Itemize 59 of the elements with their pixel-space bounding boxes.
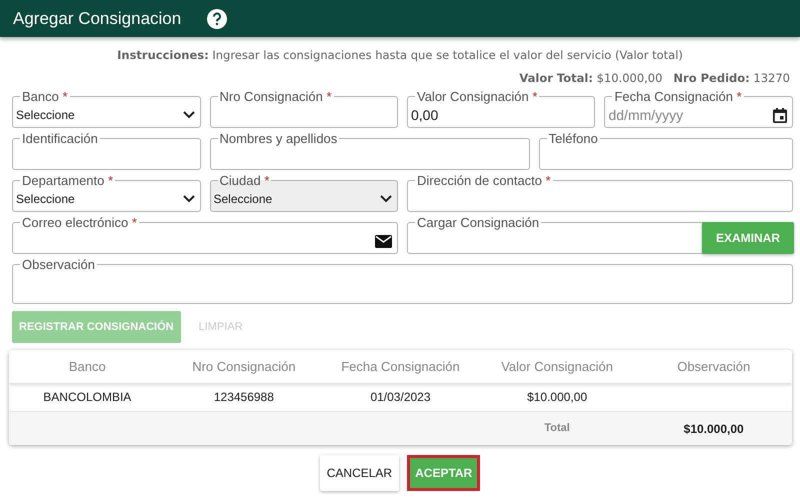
table-cell-text: 123456988 [212, 389, 275, 406]
column-header: Fecha Consignación [340, 358, 461, 376]
field-label: Nro Consignación [220, 88, 323, 104]
chevron-down-icon [182, 195, 194, 203]
total-label: Total [543, 421, 571, 436]
required-mark: * [546, 172, 551, 188]
total-value: $10.000,00 [682, 420, 745, 438]
calendar-icon [773, 108, 787, 122]
field-label: Departamento [22, 172, 104, 188]
table-cell-text: BANCOLOMBIA [42, 389, 132, 406]
required-mark: * [108, 172, 114, 188]
column-header: Valor Consignación [500, 358, 614, 376]
field-label: Valor Consignación [417, 88, 529, 104]
field-label: Fecha Consignación [614, 88, 734, 104]
column-header: Banco [68, 358, 107, 376]
order-summary: Valor Total: $10.000,00 Nro Pedido: 13270 [518, 70, 790, 88]
required-mark: * [132, 214, 137, 230]
cancel-button[interactable]: CANCELAR [320, 455, 400, 491]
help-icon [207, 8, 228, 28]
text-area[interactable]: Observación [12, 258, 793, 304]
date-field[interactable]: Fecha Consignación * dd/mm/yyyy [604, 90, 793, 128]
instructions-text: Instrucciones: Ingresar las consignaciones hasta que se totalice el valor del servicio (Valor total) [116, 47, 684, 64]
field-label: Correo electrónico [22, 214, 128, 230]
envelope-icon [375, 234, 392, 248]
email-field[interactable]: Correo electrónico * [12, 216, 398, 254]
file-field[interactable]: Cargar Consignación EXAMINAR [407, 216, 793, 254]
select-field[interactable]: Departamento * Seleccione [12, 174, 200, 212]
field-label: Observación [22, 256, 95, 272]
required-mark: * [264, 172, 270, 188]
table-cell-text: $10.000,00 [526, 389, 588, 406]
required-mark: * [532, 88, 538, 104]
column-header: Nro Consignación [191, 358, 297, 376]
required-mark: * [326, 88, 332, 104]
column-header: Observación [676, 358, 752, 376]
field-label: Dirección de contacto [417, 172, 542, 188]
select-field[interactable]: Banco * Seleccione [12, 90, 200, 128]
field-label: Cargar Consignación [417, 214, 540, 230]
field-value: Seleccione [16, 107, 76, 124]
input-field[interactable]: Nro Consignación * [210, 90, 398, 128]
input-field[interactable]: Identificación [12, 132, 200, 170]
input-field[interactable]: Teléfono [538, 132, 793, 170]
field-value: Seleccione [214, 191, 274, 208]
field-value: 0,00 [411, 106, 440, 124]
field-label: Teléfono [548, 130, 598, 146]
placeholder-text: dd/mm/yyyy [608, 106, 684, 125]
dialog-title: Agregar Consignacion [13, 8, 182, 30]
input-field[interactable]: Nombres y apellidos [210, 132, 530, 170]
chevron-down-icon [380, 195, 392, 203]
field-label: Ciudad [220, 172, 261, 188]
field-label: Identificación [22, 130, 98, 146]
required-mark: * [62, 88, 68, 104]
chevron-down-icon [182, 111, 194, 119]
table-cell-text: 01/03/2023 [369, 389, 432, 406]
required-mark: * [736, 88, 742, 104]
field-value: Seleccione [16, 191, 76, 208]
field-label: Banco [22, 88, 59, 104]
input-field[interactable]: Valor Consignación * 0,00 [407, 90, 596, 128]
input-field[interactable]: Dirección de contacto * [407, 174, 793, 212]
field-label: Nombres y apellidos [220, 130, 338, 146]
